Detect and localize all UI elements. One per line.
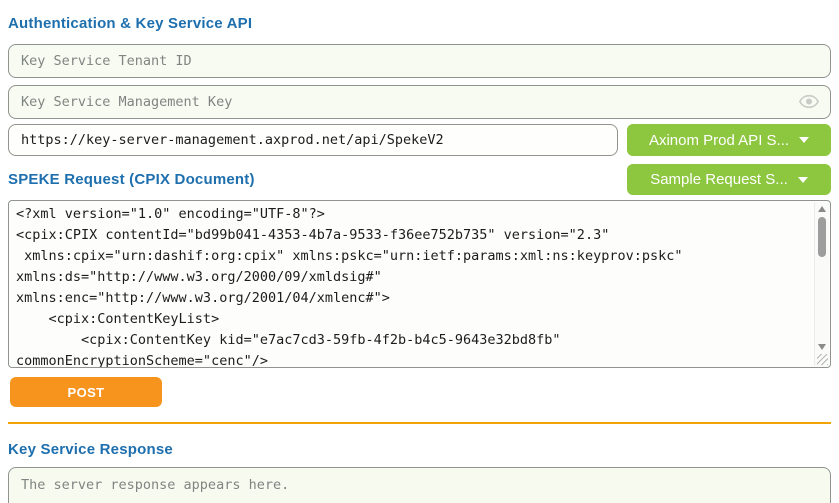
response-placeholder-text: The server response appears here. [21,477,289,493]
vertical-scrollbar[interactable] [814,202,829,366]
tenant-id-input[interactable] [8,44,831,78]
sample-request-dropdown-label: Sample Request S... [650,171,788,188]
eye-icon[interactable] [799,94,819,109]
cpix-document-editor[interactable]: <?xml version="1.0" encoding="UTF-8"?> <… [8,200,831,368]
post-button[interactable]: POST [10,377,162,407]
api-url-row: Axinom Prod API S... [8,124,831,156]
response-output[interactable]: The server response appears here. [8,467,831,503]
scroll-up-icon[interactable] [818,206,826,212]
scroll-down-icon[interactable] [818,344,826,350]
api-preset-dropdown[interactable]: Axinom Prod API S... [627,124,831,156]
api-preset-dropdown-label: Axinom Prod API S... [649,132,789,149]
caret-down-icon [799,137,809,143]
response-heading: Key Service Response [8,441,831,458]
speke-request-label: SPEKE Request (CPIX Document) [8,171,255,188]
sample-request-dropdown[interactable]: Sample Request S... [627,164,831,195]
management-key-input[interactable] [8,85,831,119]
scrollbar-thumb[interactable] [818,217,826,257]
management-key-field-wrap [8,85,831,119]
api-url-input[interactable] [8,124,618,156]
resize-grip-icon[interactable] [817,354,828,365]
section-divider [8,422,831,424]
speke-api-panel: Authentication & Key Service API Axinom … [8,15,831,503]
page-title: Authentication & Key Service API [8,15,831,32]
speke-request-row: SPEKE Request (CPIX Document) Sample Req… [8,164,831,195]
caret-down-icon [798,177,808,183]
cpix-document-text: <?xml version="1.0" encoding="UTF-8"?> <… [9,201,830,367]
